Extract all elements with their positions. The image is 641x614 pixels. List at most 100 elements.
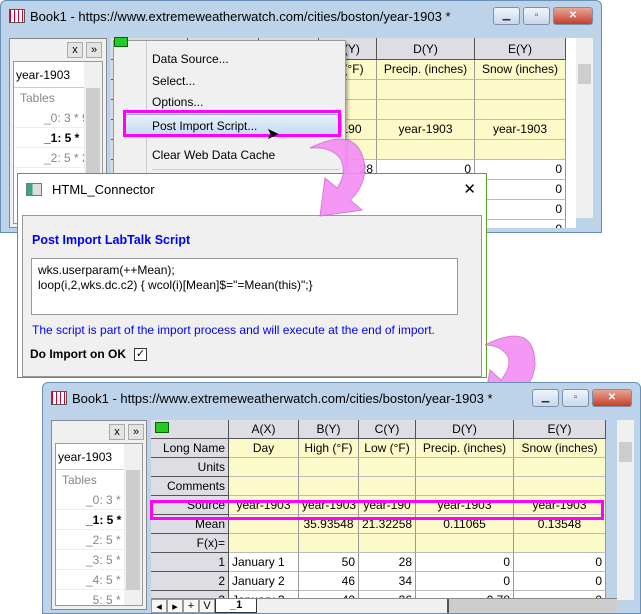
table-item[interactable]: _0: 3 * 9 (14, 108, 92, 128)
dialog-close-button[interactable]: ✕ (463, 180, 476, 198)
meta-cell[interactable] (475, 80, 566, 100)
row-header[interactable]: 2 (151, 572, 229, 591)
sheet-nav-button[interactable]: ◂ (151, 599, 167, 613)
tree-scrollbar[interactable] (124, 444, 142, 605)
do-import-checkbox[interactable]: ✓ (134, 347, 147, 361)
row-label[interactable]: Long Name (151, 439, 229, 458)
sheet-nav-button[interactable]: + (183, 599, 199, 613)
data-cell[interactable]: 0 (475, 220, 566, 228)
maximize-button[interactable]: ▫ (562, 389, 589, 407)
data-cell[interactable]: 0 (416, 572, 514, 591)
column-header[interactable]: B(Y) (299, 420, 359, 439)
meta-cell[interactable] (229, 477, 299, 496)
panel-expand-button[interactable]: » (86, 42, 102, 58)
meta-cell[interactable]: Day (229, 439, 299, 458)
maximize-button[interactable]: ▫ (523, 7, 550, 25)
meta-cell[interactable] (229, 458, 299, 477)
tables-node[interactable]: Tables (56, 470, 134, 490)
meta-cell[interactable]: Low (°F) (359, 439, 416, 458)
meta-cell[interactable]: Snow (inches) (514, 439, 606, 458)
meta-cell[interactable]: Precip. (inches) (377, 60, 475, 80)
data-cell[interactable]: 34 (359, 572, 416, 591)
meta-cell[interactable] (377, 80, 475, 100)
panel-close-button[interactable]: x (109, 424, 125, 440)
table-item[interactable]: _2: 5 * 29 (56, 530, 137, 550)
row-label[interactable]: F(x)= (151, 534, 229, 553)
close-button[interactable]: ✕ (592, 389, 632, 407)
panel-close-button[interactable]: x (67, 42, 83, 58)
selected-book-label[interactable]: year-1903 (14, 62, 92, 88)
panel-expand-button[interactable]: » (128, 424, 144, 440)
menu-item-options[interactable]: Options... (152, 95, 203, 109)
data-cell[interactable]: January 2 (229, 572, 299, 591)
menu-item-data-source[interactable]: Data Source... (152, 52, 229, 66)
tables-node[interactable]: Tables (14, 88, 92, 108)
menu-item-select[interactable]: Select... (152, 74, 195, 88)
column-header[interactable]: E(Y) (514, 420, 606, 439)
meta-cell[interactable]: year-1903 (377, 120, 475, 140)
data-cell[interactable]: 0 (475, 180, 566, 200)
meta-cell[interactable] (359, 477, 416, 496)
data-cell[interactable]: 0.78 (416, 591, 514, 598)
meta-cell[interactable] (416, 534, 514, 553)
horizontal-scrollbar[interactable] (447, 599, 617, 613)
meta-cell[interactable] (377, 100, 475, 120)
data-cell[interactable]: 0 (475, 160, 566, 180)
table-item[interactable]: _5: 5 * 32 (56, 590, 137, 605)
meta-cell[interactable]: year-1903 (475, 120, 566, 140)
meta-cell[interactable] (475, 100, 566, 120)
meta-cell[interactable] (299, 534, 359, 553)
column-header[interactable]: A(X) (229, 420, 299, 439)
data-cell[interactable]: 42 (299, 591, 359, 598)
table-item[interactable]: _1: 5 * (14, 128, 92, 148)
table-item[interactable]: _0: 3 * 9 (56, 490, 134, 510)
data-cell[interactable]: January 3 (229, 591, 299, 598)
data-cell[interactable]: 0 (514, 572, 606, 591)
table-item[interactable]: _3: 5 * 32 (56, 550, 137, 570)
data-cell[interactable]: January 1 (229, 553, 299, 572)
minimize-button[interactable]: ▁ (532, 389, 559, 407)
meta-cell[interactable] (299, 477, 359, 496)
meta-cell[interactable] (475, 140, 566, 160)
row-label[interactable]: Comments (151, 477, 229, 496)
data-cell[interactable]: 0 (514, 591, 606, 598)
table-item[interactable]: _4: 5 * 31 (56, 570, 137, 590)
data-cell[interactable]: 0 (416, 553, 514, 572)
data-cell[interactable]: 28 (359, 553, 416, 572)
meta-cell[interactable] (514, 458, 606, 477)
meta-cell[interactable] (359, 458, 416, 477)
script-textarea[interactable]: wks.userparam(++Mean); loop(i,2,wks.dc.c… (31, 258, 458, 315)
meta-cell[interactable] (416, 458, 514, 477)
data-cell[interactable]: 46 (299, 572, 359, 591)
folder-icon[interactable] (155, 422, 169, 433)
meta-cell[interactable] (229, 534, 299, 553)
column-header[interactable]: D(Y) (416, 420, 514, 439)
vertical-scrollbar[interactable] (617, 420, 634, 600)
meta-cell[interactable] (299, 458, 359, 477)
minimize-button[interactable]: ▁ (493, 7, 520, 25)
meta-cell[interactable] (416, 477, 514, 496)
data-cell[interactable]: 0 (475, 200, 566, 220)
table-item[interactable]: _2: 5 * 29 (14, 148, 95, 168)
sheet-nav-button[interactable]: ▸ (167, 599, 183, 613)
sheet-tab-1[interactable]: _1 (215, 599, 258, 613)
meta-cell[interactable] (359, 534, 416, 553)
meta-cell[interactable] (514, 534, 606, 553)
table-item[interactable]: _1: 5 * (56, 510, 134, 530)
meta-cell[interactable] (377, 140, 475, 160)
row-label[interactable]: Units (151, 458, 229, 477)
vertical-scrollbar[interactable] (576, 38, 593, 218)
column-header[interactable]: D(Y) (377, 38, 475, 60)
column-header[interactable]: E(Y) (475, 38, 566, 60)
meta-cell[interactable]: Snow (inches) (475, 60, 566, 80)
row-header[interactable]: 3 (151, 591, 229, 598)
data-cell[interactable]: 50 (299, 553, 359, 572)
data-cell[interactable]: 36 (359, 591, 416, 598)
meta-cell[interactable]: High (°F) (299, 439, 359, 458)
data-cell[interactable]: 0 (514, 553, 606, 572)
sheet-nav-button[interactable]: V (199, 599, 215, 613)
meta-cell[interactable] (514, 477, 606, 496)
selected-book-label[interactable]: year-1903 (56, 444, 134, 470)
close-button[interactable]: ✕ (553, 7, 593, 25)
menu-item-clear-cache[interactable]: Clear Web Data Cache (152, 148, 275, 162)
